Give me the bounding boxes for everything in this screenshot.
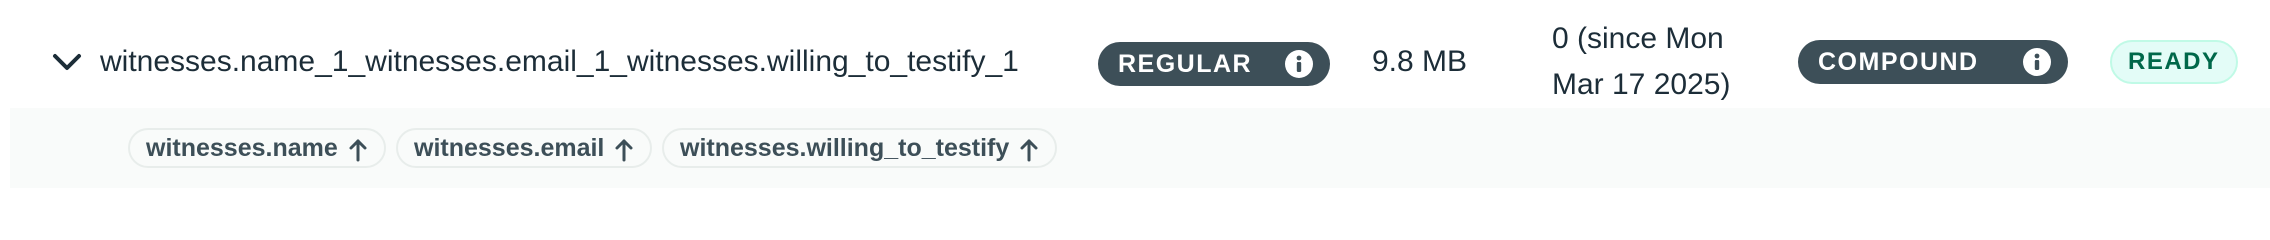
index-name: witnesses.name_1_witnesses.email_1_witne… [100, 45, 1019, 78]
field-chip: witnesses.email [396, 128, 653, 168]
usage-line-2: Mar 17 2025) [1552, 68, 1731, 101]
index-usage: 0 (since Mon Mar 17 2025) [1552, 16, 1752, 108]
field-chip: witnesses.name [128, 128, 386, 168]
arrow-up-icon [614, 136, 634, 162]
field-name: witnesses.email [414, 134, 605, 162]
info-icon[interactable] [1285, 50, 1313, 78]
index-fields-row: witnesses.name witnesses.email witnesses… [10, 108, 2270, 188]
index-type-badge: REGULAR [1098, 42, 1330, 86]
index-properties-badge: COMPOUND [1798, 40, 2068, 84]
field-name: witnesses.name [146, 134, 338, 162]
chevron-down-icon[interactable] [50, 48, 84, 76]
info-icon[interactable] [2023, 48, 2051, 76]
index-size: 9.8 MB [1372, 45, 1468, 78]
usage-line-1: 0 (since Mon [1552, 22, 1724, 55]
arrow-up-icon [1019, 136, 1039, 162]
field-name: witnesses.willing_to_testify [680, 134, 1010, 162]
index-type-label: REGULAR [1118, 50, 1253, 78]
status-badge: READY [2110, 40, 2238, 84]
index-properties-label: COMPOUND [1818, 48, 1979, 76]
index-row: witnesses.name_1_witnesses.email_1_witne… [0, 0, 2270, 108]
arrow-up-icon [348, 136, 368, 162]
field-chip: witnesses.willing_to_testify [662, 128, 1058, 168]
